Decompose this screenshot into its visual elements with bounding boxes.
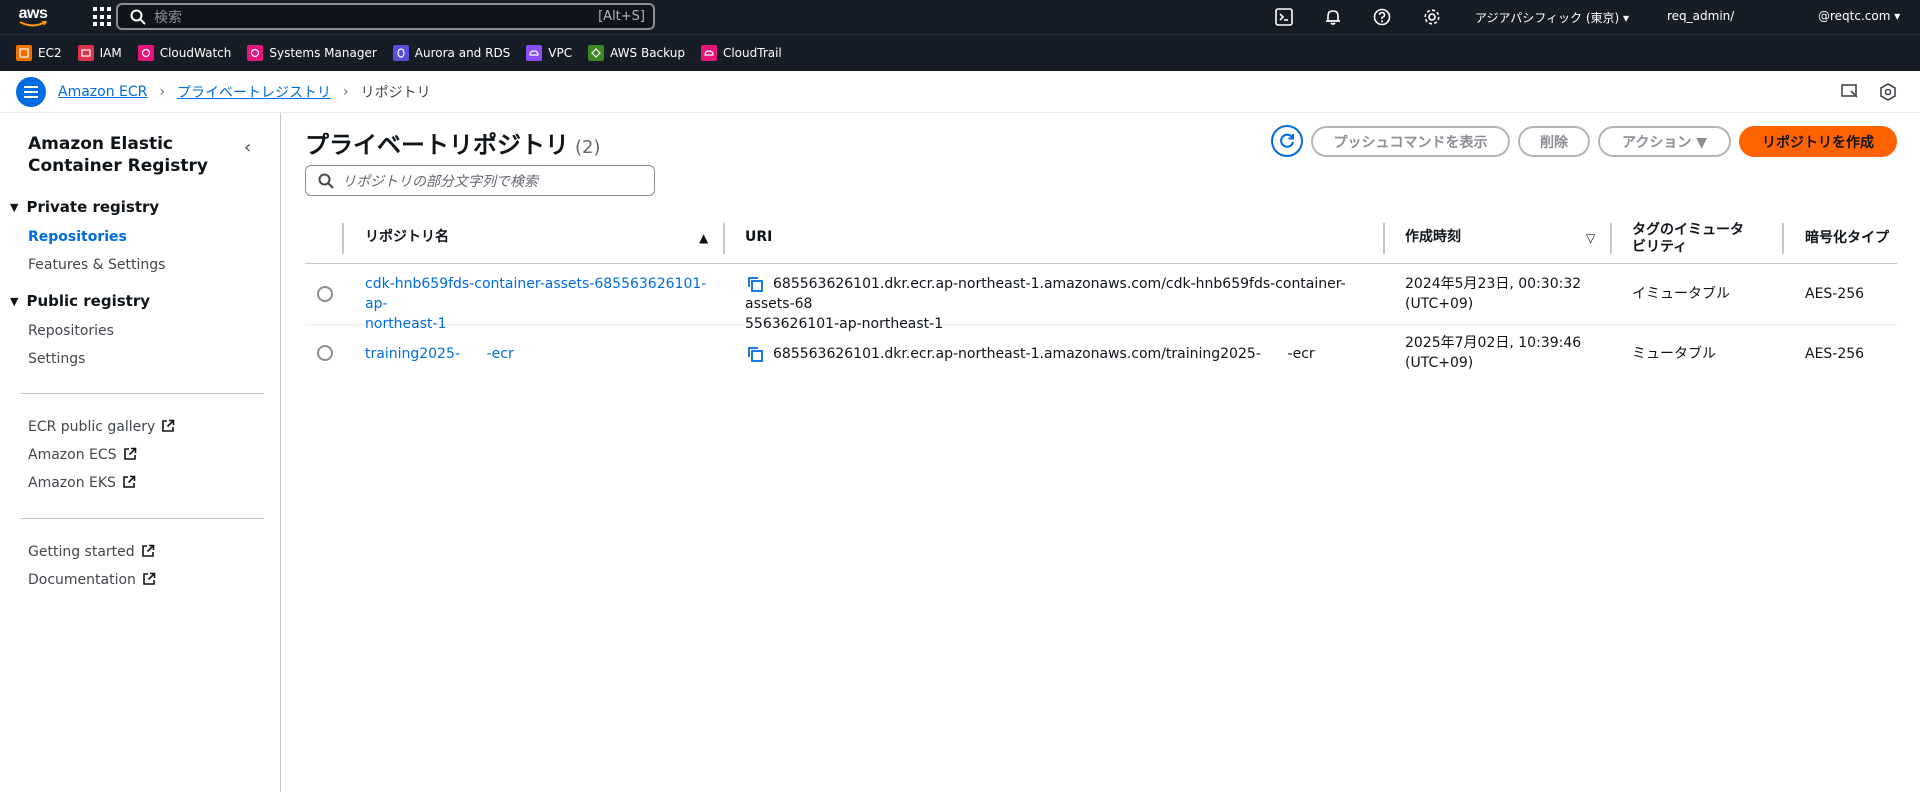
vpc-icon — [526, 45, 543, 61]
backup-icon — [588, 45, 605, 61]
external-link-icon — [123, 475, 136, 488]
column-header-tag-immutability[interactable]: タグのイミュータビリティ — [1632, 213, 1752, 264]
cloudtrail-icon — [700, 45, 717, 61]
account-menu[interactable]: @reqtc.com ▾ — [1818, 9, 1900, 23]
page-title: プライベートリポジトリ (2) — [305, 131, 601, 159]
favorite-cloudtrail[interactable]: CloudTrail — [700, 45, 782, 61]
column-header-created-at[interactable]: 作成時刻 — [1405, 229, 1461, 246]
row-select-radio[interactable] — [317, 286, 333, 302]
settings-gear-icon[interactable] — [1423, 8, 1441, 26]
private-registry-section[interactable]: ▼ Private registry — [10, 198, 159, 216]
repository-count: (2) — [575, 137, 601, 158]
encryption-type: AES-256 — [1805, 286, 1865, 302]
ec2-icon — [16, 45, 32, 61]
sort-ascending-icon[interactable]: ▲ — [699, 230, 708, 247]
main-content: プライベートリポジトリ (2) プッシュコマンドを表示 削除 アクション ▼ リポ… — [282, 113, 1920, 792]
external-link-icon — [141, 544, 154, 557]
sidebar-item-features-settings[interactable]: Features & Settings — [28, 257, 165, 273]
notifications-panel-icon[interactable] — [1841, 83, 1859, 101]
navigation-menu-button[interactable] — [16, 76, 46, 107]
caret-down-icon: ▼ — [10, 200, 19, 214]
sidebar-divider — [20, 393, 264, 394]
cloudwatch-icon — [137, 45, 154, 61]
sidebar-item-public-repositories[interactable]: Repositories — [28, 323, 114, 339]
create-repository-button[interactable]: リポジトリを作成 — [1739, 126, 1897, 157]
column-header-uri[interactable]: URI — [745, 229, 772, 246]
refresh-button[interactable] — [1271, 125, 1303, 157]
search-placeholder: 検索 — [154, 9, 182, 26]
sidebar-item-public-settings[interactable]: Settings — [28, 351, 85, 367]
breadcrumb-private-registry[interactable]: プライベートレジストリ — [177, 82, 331, 102]
external-link-icon — [162, 419, 175, 432]
caret-down-icon: ▼ — [10, 294, 19, 308]
aws-logo[interactable]: aws — [15, 2, 51, 32]
column-header-encryption-type[interactable]: 暗号化タイプ — [1805, 213, 1895, 264]
aws-smile-icon — [19, 20, 48, 26]
help-icon[interactable] — [1373, 8, 1391, 26]
rds-icon — [392, 45, 409, 61]
user-name[interactable]: req_admin/ — [1667, 9, 1734, 23]
breadcrumb-bar: Amazon ECR › プライベートレジストリ › リポジトリ — [0, 71, 1920, 113]
hamburger-menu-icon — [24, 85, 38, 98]
search-icon — [130, 9, 146, 25]
systems-manager-icon — [247, 45, 264, 61]
repository-filter-input[interactable]: リポジトリの部分文字列で検索 — [305, 165, 655, 196]
close-sidebar-icon[interactable]: ‹ — [244, 137, 251, 158]
sidebar-link-ecr-public-gallery[interactable]: ECR public gallery — [28, 419, 175, 435]
sidebar-link-amazon-eks[interactable]: Amazon EKS — [28, 475, 136, 491]
favorite-systems-manager[interactable]: Systems Manager — [247, 45, 377, 61]
search-shortcut: [Alt+S] — [598, 9, 645, 24]
encryption-type: AES-256 — [1805, 346, 1865, 362]
search-icon — [318, 173, 334, 189]
sidebar-link-getting-started[interactable]: Getting started — [28, 544, 155, 560]
filter-placeholder: リポジトリの部分文字列で検索 — [342, 173, 538, 190]
chevron-right-icon: › — [343, 83, 349, 100]
favorite-aws-backup[interactable]: AWS Backup — [588, 45, 685, 61]
repository-uri: 685563626101.dkr.ecr.ap-northeast-1.amaz… — [773, 346, 1315, 362]
favorite-vpc[interactable]: VPC — [526, 45, 572, 61]
sidebar-link-documentation[interactable]: Documentation — [28, 572, 156, 588]
column-header-repository-name[interactable]: リポジトリ名 — [365, 229, 449, 246]
table-header: リポジトリ名 ▲ URI 作成時刻 ▽ タグのイミュータビリティ 暗号化タイプ — [305, 213, 1897, 264]
favorite-ec2[interactable]: EC2 — [16, 45, 62, 61]
favorite-aurora-rds[interactable]: Aurora and RDS — [392, 45, 510, 61]
top-navigation-bar: aws 検索 [Alt+S] アジアパシフィック (東京) ▾ req_admi… — [0, 0, 1920, 34]
side-navigation: Amazon Elastic Container Registry ‹ ▼ Pri… — [0, 113, 281, 792]
actions-dropdown-button[interactable]: アクション ▼ — [1598, 126, 1731, 157]
table-row: training2025- -ecr 685563626101.dkr.ecr.… — [305, 325, 1897, 384]
repository-name-link[interactable]: training2025- -ecr — [365, 344, 514, 364]
tag-immutability: イミュータブル — [1632, 286, 1730, 302]
sort-toggle-icon[interactable]: ▽ — [1586, 230, 1595, 247]
repositories-table: リポジトリ名 ▲ URI 作成時刻 ▽ タグのイミュータビリティ 暗号化タイプ … — [305, 213, 1897, 384]
favorites-bar: EC2 IAM CloudWatch Systems Manager Auror… — [0, 34, 1920, 71]
sidebar-title: Amazon Elastic Container Registry — [28, 134, 208, 176]
public-registry-section[interactable]: ▼ Public registry — [10, 292, 150, 310]
iam-icon — [77, 45, 94, 61]
favorite-iam[interactable]: IAM — [77, 45, 122, 61]
chevron-right-icon: › — [159, 83, 165, 100]
global-search-input[interactable]: 検索 [Alt+S] — [116, 3, 655, 30]
sidebar-link-amazon-ecs[interactable]: Amazon ECS — [28, 447, 137, 463]
refresh-icon — [1280, 133, 1294, 148]
sidebar-item-private-repositories[interactable]: Repositories — [28, 229, 127, 245]
breadcrumb-repositories: リポジトリ — [360, 84, 431, 101]
services-menu-icon[interactable] — [93, 7, 113, 27]
cloudshell-icon[interactable] — [1275, 8, 1293, 26]
created-at: 2025年7月02日, 10:39:46 (UTC+09) — [1405, 335, 1582, 371]
table-row: cdk-hnb659fds-container-assets-685563626… — [305, 264, 1897, 332]
external-link-icon — [143, 572, 156, 585]
row-select-radio[interactable] — [317, 345, 333, 361]
view-push-commands-button[interactable]: プッシュコマンドを表示 — [1311, 126, 1510, 157]
notifications-bell-icon[interactable] — [1324, 8, 1342, 26]
favorite-cloudwatch[interactable]: CloudWatch — [137, 45, 231, 61]
delete-button[interactable]: 削除 — [1518, 126, 1590, 157]
region-selector[interactable]: アジアパシフィック (東京) ▾ — [1475, 9, 1629, 26]
copy-uri-icon[interactable] — [747, 346, 763, 362]
tools-panel-icon[interactable] — [1879, 83, 1897, 101]
external-link-icon — [123, 447, 136, 460]
breadcrumb-amazon-ecr[interactable]: Amazon ECR — [58, 84, 147, 100]
tag-immutability: ミュータブル — [1632, 346, 1716, 362]
created-at: 2024年5月23日, 00:30:32 (UTC+09) — [1405, 276, 1582, 312]
sidebar-divider — [20, 518, 264, 519]
